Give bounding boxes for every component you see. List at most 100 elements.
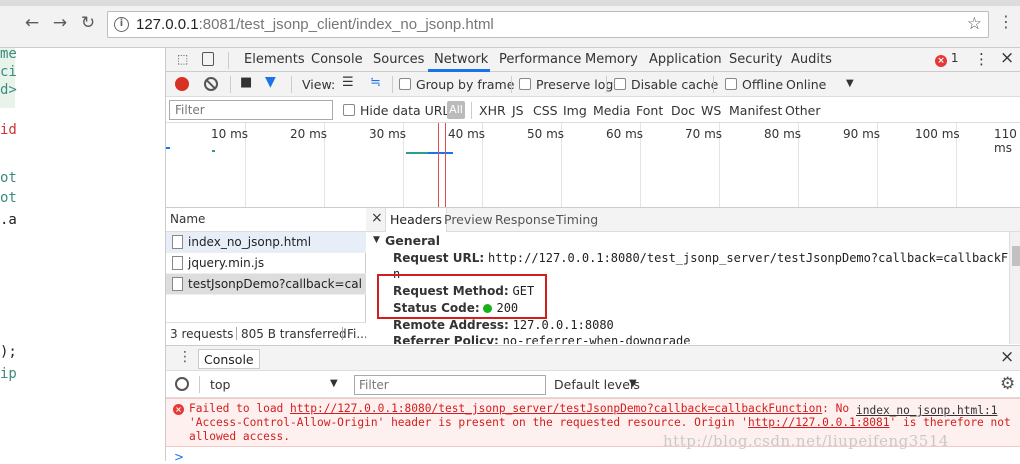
divider (230, 76, 231, 93)
filter-funnel-icon[interactable]: ▼ (265, 74, 276, 90)
devtools-close-icon[interactable]: × (1000, 48, 1014, 68)
collapse-arrow-icon[interactable]: ▼ (373, 235, 380, 245)
bookmark-star-icon[interactable]: ☆ (967, 14, 982, 34)
hide-data-urls-checkbox[interactable] (343, 104, 355, 116)
chevron-down-icon[interactable]: ▼ (629, 378, 637, 389)
large-rows-icon[interactable]: ☰ (342, 75, 354, 90)
origin-link[interactable]: http://127.0.0.1:8081 (748, 416, 889, 429)
table-row[interactable]: testJsonpDemo?callback=callb... (166, 274, 366, 295)
tab-headers[interactable]: Headers (385, 208, 448, 232)
drawer-close-icon[interactable]: × (1000, 347, 1014, 367)
details-scrollbar[interactable] (1009, 232, 1020, 344)
filter-manifest[interactable]: Manifest (729, 103, 782, 118)
console-filter-input[interactable]: Filter (354, 375, 546, 395)
error-url-link[interactable]: http://127.0.0.1:8080/test_jsonp_server/… (290, 402, 822, 415)
error-count-badge[interactable]: × 1 (935, 51, 958, 67)
back-arrow-icon[interactable]: ← (21, 12, 43, 34)
chevron-down-icon[interactable]: ▼ (846, 78, 854, 89)
tab-network[interactable]: Network (434, 52, 488, 67)
error-text: Failed to load (189, 402, 291, 415)
device-toolbar-icon[interactable] (202, 52, 214, 66)
tab-elements[interactable]: Elements (244, 52, 305, 67)
inspect-element-icon[interactable]: ⬚ (177, 52, 188, 66)
tab-console-drawer[interactable]: Console (198, 349, 260, 369)
context-select[interactable]: top (210, 377, 230, 392)
divider (511, 76, 512, 93)
request-bar (212, 150, 215, 152)
site-info-icon[interactable]: i (114, 17, 129, 32)
address-bar[interactable]: i 127.0.0.1:8081/test_jsonp_client/index… (107, 11, 989, 38)
filter-other[interactable]: Other (785, 103, 821, 118)
highlight-annotation-box (377, 274, 547, 319)
timeline-tick: 20 ms (290, 127, 328, 141)
tab-performance[interactable]: Performance (499, 52, 581, 67)
request-name: testJsonpDemo?callback=callb... (188, 277, 363, 291)
table-row[interactable]: index_no_jsonp.html (166, 232, 366, 253)
log-levels-select[interactable]: Default levels (554, 377, 640, 392)
chevron-down-icon[interactable]: ▼ (330, 378, 338, 389)
gear-icon[interactable]: ⚙ (1000, 374, 1015, 394)
error-count: 1 (950, 51, 959, 65)
error-text: : No (822, 402, 850, 415)
filter-css[interactable]: CSS (533, 103, 558, 118)
camera-icon[interactable]: ■ (240, 75, 252, 90)
filter-all-button[interactable]: All (447, 101, 465, 119)
filter-xhr[interactable]: XHR (479, 103, 506, 118)
filter-doc[interactable]: Doc (671, 103, 695, 118)
remote-address-label: Remote Address: (393, 318, 509, 332)
forward-arrow-icon[interactable]: → (49, 12, 71, 34)
table-row[interactable]: jquery.min.js (166, 253, 366, 274)
tab-memory[interactable]: Memory (585, 52, 638, 67)
browser-menu-icon[interactable]: ⋮ (998, 14, 1014, 30)
waterfall-view-icon[interactable]: ≒ (370, 75, 381, 90)
devtools-menu-icon[interactable]: ⋮ (974, 50, 989, 68)
name-column-header[interactable]: Name (166, 208, 366, 232)
details-close-icon[interactable]: × (371, 210, 383, 226)
divider (236, 327, 237, 340)
offline-checkbox[interactable] (725, 78, 737, 90)
name-column-label: Name (170, 212, 206, 226)
general-section-title[interactable]: General (385, 233, 440, 248)
filter-font[interactable]: Font (636, 103, 663, 118)
network-filter-input[interactable]: Filter (169, 100, 333, 120)
console-clear-icon[interactable] (175, 377, 189, 391)
group-by-frame-checkbox[interactable] (399, 78, 411, 90)
tab-console[interactable]: Console (311, 52, 363, 67)
request-url-row: Request URL: http://127.0.0.1:8080/test_… (393, 251, 1020, 265)
tab-audits[interactable]: Audits (791, 52, 832, 67)
clear-icon[interactable] (204, 77, 218, 91)
preserve-log-checkbox[interactable] (519, 78, 531, 90)
tab-response[interactable]: Response (495, 212, 555, 227)
filter-img[interactable]: Img (563, 103, 587, 118)
record-icon[interactable] (175, 77, 189, 91)
drawer-menu-icon[interactable]: ⋮ (178, 349, 192, 365)
network-overview-timeline[interactable]: 10 ms 20 ms 30 ms 40 ms 50 ms 60 ms 70 m… (166, 123, 1020, 208)
address-url[interactable]: 127.0.0.1:8081/test_jsonp_client/index_n… (136, 16, 494, 33)
error-text: 'Access-Control-Allow-Origin' header is … (189, 416, 749, 429)
throttling-select[interactable]: Online (786, 77, 826, 92)
tab-preview[interactable]: Preview (444, 212, 493, 227)
filter-media[interactable]: Media (593, 103, 631, 118)
error-line-3: allowed access. (189, 430, 291, 443)
filter-js[interactable]: JS (512, 103, 524, 118)
request-name: jquery.min.js (188, 256, 265, 270)
tab-application[interactable]: Application (649, 52, 722, 67)
scroll-thumb[interactable] (1012, 246, 1020, 266)
request-bar (166, 147, 170, 149)
filter-ws[interactable]: WS (701, 103, 721, 118)
referrer-policy-label: Referrer Policy: (393, 334, 499, 344)
code-fragment: me (0, 46, 17, 62)
view-label: View: (302, 77, 336, 92)
tab-sources[interactable]: Sources (373, 52, 424, 67)
filter-placeholder: Filter (175, 103, 205, 117)
watermark: http://blog.csdn.net/liupeifeng3514 (663, 432, 949, 450)
console-prompt[interactable]: > (174, 450, 184, 464)
devtools-tab-bar: ⬚ Elements Console Sources Network Perfo… (166, 48, 1020, 72)
tab-timing[interactable]: Timing (556, 212, 598, 227)
summary-transferred: 805 B transferred (241, 327, 347, 341)
disable-cache-checkbox[interactable] (614, 78, 626, 90)
tab-security[interactable]: Security (729, 52, 782, 67)
reload-icon[interactable]: ↻ (77, 12, 99, 34)
url-host: 127.0.0.1 (136, 16, 199, 33)
hide-data-urls-label: Hide data URLs (360, 103, 456, 118)
